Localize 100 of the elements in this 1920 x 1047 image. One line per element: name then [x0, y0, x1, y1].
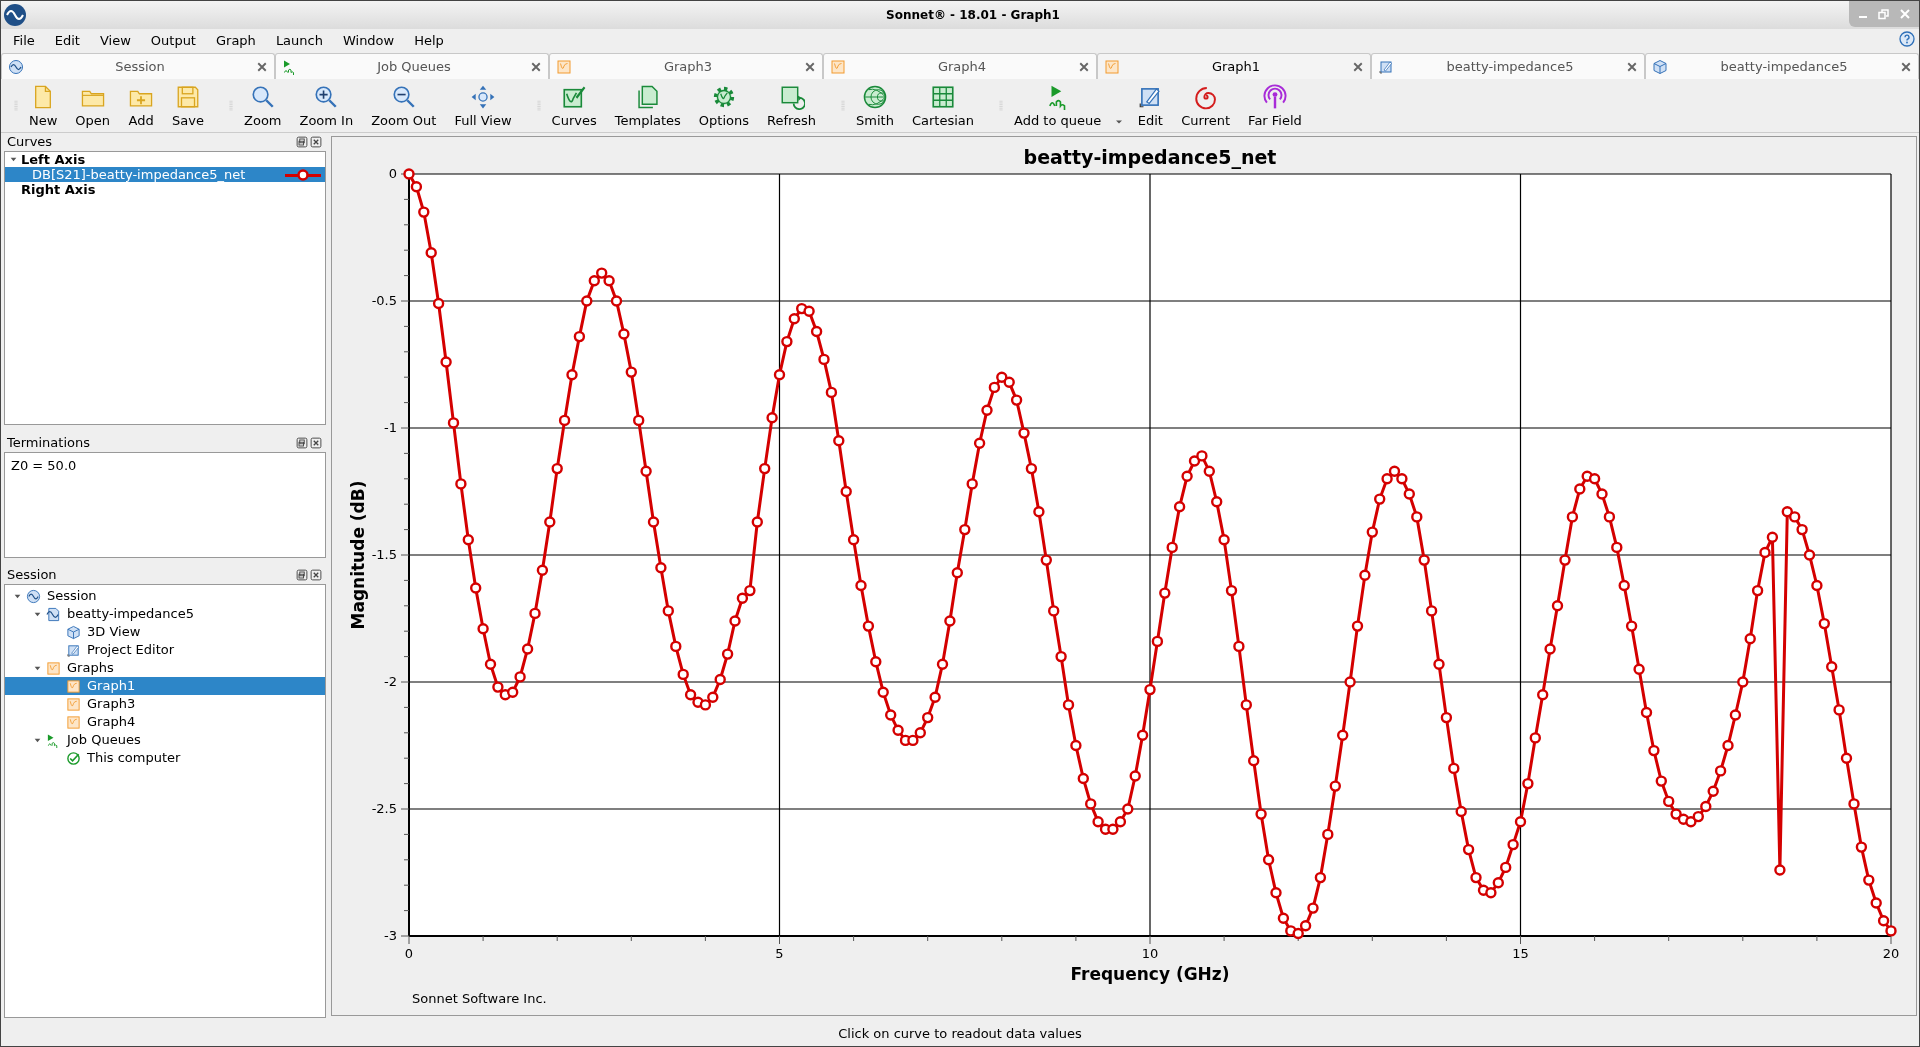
toolbar-button[interactable]: Save	[166, 83, 210, 128]
app-logo-icon	[3, 3, 27, 27]
toolbar-button[interactable]: Options	[692, 83, 755, 128]
tab[interactable]: beatty-impedance5	[1371, 53, 1645, 79]
toolbar-button[interactable]: Curves	[545, 83, 603, 128]
float-icon[interactable]	[296, 437, 308, 449]
close-icon[interactable]	[804, 60, 816, 73]
tree-item[interactable]: 3D View	[5, 623, 325, 641]
panel-title: Terminations	[7, 434, 91, 453]
menu-item[interactable]: Edit	[52, 31, 82, 51]
tree-item[interactable]: Project Editor	[5, 641, 325, 659]
menu-item[interactable]: Launch	[273, 31, 325, 51]
toolbar-button[interactable]: Templates	[608, 83, 687, 128]
tree-item[interactable]: Graph1	[5, 677, 325, 695]
sine-document-icon	[46, 606, 61, 622]
tree-item[interactable]: This computer	[5, 749, 325, 767]
toolbar-button[interactable]: Smith	[850, 83, 900, 128]
termination-text: Z0 = 50.0	[11, 458, 77, 473]
tree-item[interactable]: DB[S21]-beatty-impedance5_net	[5, 167, 325, 182]
zoom-out-icon	[390, 83, 417, 110]
tab[interactable]: Graph4	[823, 53, 1097, 79]
graph-icon	[66, 714, 81, 730]
cube-icon	[1652, 58, 1668, 75]
window-title: Sonnet® - 18.01 - Graph1	[886, 7, 1060, 24]
toolbar-button[interactable]: Open	[69, 83, 117, 128]
y-tick-label: 0	[388, 166, 397, 181]
grid-icon	[930, 83, 956, 110]
toolbar-button[interactable]: Refresh	[761, 83, 823, 128]
toolbar-button[interactable]: Zoom In	[293, 83, 360, 128]
tree-item[interactable]: Left Axis	[5, 152, 325, 167]
close-icon[interactable]	[1900, 60, 1912, 73]
tab[interactable]: Graph3	[549, 53, 823, 79]
pencil-icon	[1378, 58, 1394, 75]
close-icon[interactable]	[530, 60, 542, 73]
session-icon	[8, 58, 24, 75]
menu-item[interactable]: File	[11, 31, 37, 51]
toolbar-button[interactable]: Zoom Out	[365, 83, 443, 128]
search-icon	[249, 83, 276, 110]
close-icon[interactable]	[1352, 60, 1364, 73]
graph-icon	[556, 58, 572, 75]
x-axis-title: Frequency (GHz)	[1070, 964, 1230, 984]
toolbar-button[interactable]: Zoom	[238, 83, 288, 128]
toolbar-button[interactable]: Current	[1175, 83, 1237, 128]
help-icon[interactable]	[1899, 31, 1915, 47]
graph-icon	[1104, 58, 1120, 75]
graph-icon	[46, 660, 61, 676]
menu-item[interactable]: Window	[340, 31, 397, 51]
graph-icon	[66, 696, 81, 712]
close-icon[interactable]	[256, 60, 268, 73]
toolbar-button[interactable]: Far Field	[1242, 83, 1308, 128]
tree-item[interactable]: Graph3	[5, 695, 325, 713]
tree-item[interactable]: Right Axis	[5, 182, 325, 197]
y-axis-title: Magnitude (dB)	[348, 480, 368, 630]
close-icon[interactable]	[310, 569, 322, 581]
move-arrows-icon	[470, 83, 496, 110]
y-tick-label: -1	[384, 420, 397, 435]
tab[interactable]: beatty-impedance5	[1645, 53, 1919, 79]
antenna-icon	[1261, 83, 1288, 110]
close-icon[interactable]	[1626, 60, 1638, 73]
toolbar-button[interactable]: Cartesian	[905, 83, 981, 128]
close-icon[interactable]	[310, 437, 322, 449]
menu-item[interactable]: Graph	[214, 31, 258, 51]
x-tick-label: 20	[1882, 946, 1900, 961]
toolbar-button[interactable]: Add to queue	[1008, 83, 1108, 128]
tab[interactable]: Graph1	[1097, 53, 1371, 79]
x-tick-label: 10	[1141, 946, 1159, 961]
footer-text: Sonnet Software Inc.	[412, 991, 547, 1006]
cube-icon	[66, 624, 81, 640]
check-circle-icon	[66, 750, 81, 766]
toolbar-button[interactable]: New	[23, 83, 64, 128]
chart-title: beatty-impedance5_net	[1023, 146, 1277, 168]
y-tick-label: -0.5	[371, 293, 397, 308]
menu-item[interactable]: Output	[148, 31, 198, 51]
toolbar-button[interactable]: Add	[122, 83, 161, 128]
float-icon[interactable]	[296, 136, 308, 148]
y-tick-label: -1.5	[371, 547, 397, 562]
tree-item[interactable]: Session	[5, 587, 325, 605]
pencil-icon	[66, 642, 81, 658]
tree-item[interactable]: Job Queues	[5, 731, 325, 749]
smith-chart-icon	[862, 83, 889, 110]
toolbar-button[interactable]: Full View	[448, 83, 518, 128]
tree-item[interactable]: beatty-impedance5	[5, 605, 325, 623]
tab[interactable]: Session	[1, 53, 275, 79]
x-tick-label: 0	[404, 946, 414, 961]
x-tick-label: 15	[1512, 946, 1529, 961]
status-text: Click on curve to readout data values	[838, 1025, 1082, 1044]
graph-icon	[66, 678, 81, 694]
tab[interactable]: Job Queues	[275, 53, 549, 79]
graph-icon	[830, 58, 846, 75]
close-icon[interactable]	[310, 136, 322, 148]
toolbar-button[interactable]: Edit	[1131, 83, 1170, 128]
menu-item[interactable]: Help	[412, 31, 446, 51]
expanded-caret-icon[interactable]	[9, 155, 18, 164]
y-tick-label: -2.5	[371, 801, 397, 816]
panel-title: Curves	[7, 133, 54, 152]
tree-item[interactable]: Graphs	[5, 659, 325, 677]
menu-item[interactable]: View	[97, 31, 133, 51]
tree-item[interactable]: Graph4	[5, 713, 325, 731]
close-icon[interactable]	[1078, 60, 1090, 73]
float-icon[interactable]	[296, 569, 308, 581]
